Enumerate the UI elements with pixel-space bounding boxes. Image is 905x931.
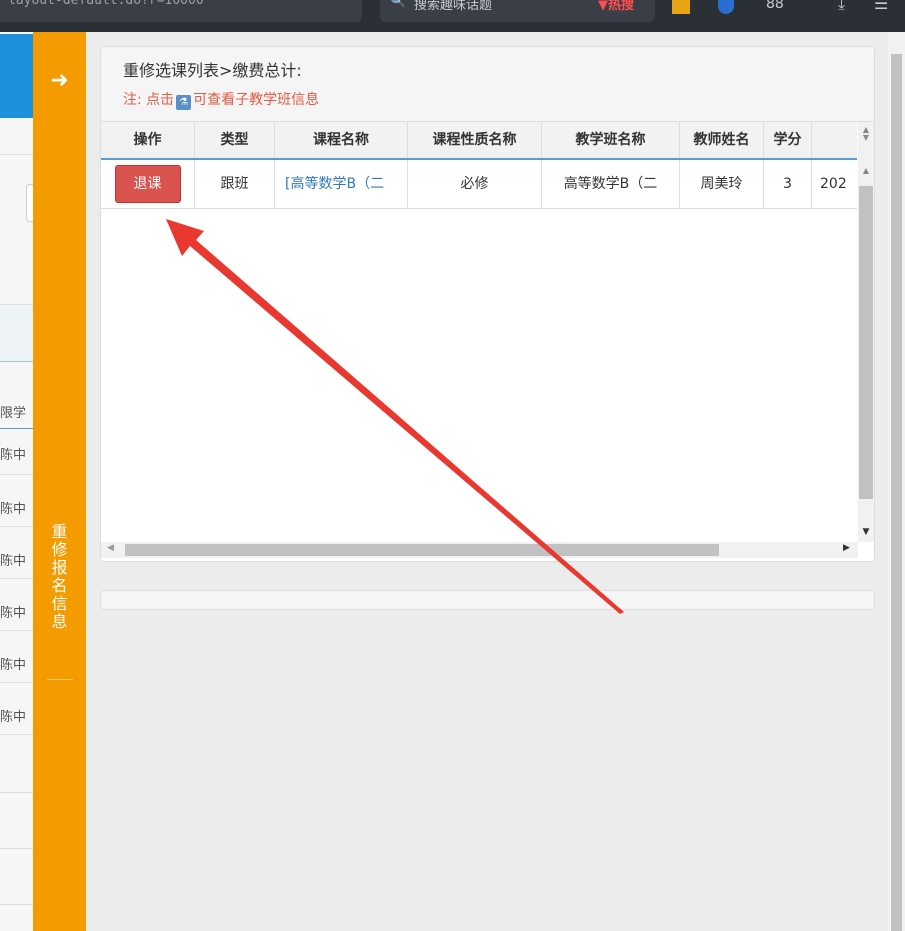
background-text: 陈中 bbox=[0, 448, 27, 463]
class-name-cell: 高等数学B（二 bbox=[542, 160, 680, 208]
column-header-course-name[interactable]: 课程名称 bbox=[275, 122, 408, 158]
column-header-type[interactable]: 类型 bbox=[195, 122, 275, 158]
scrollbar-thumb[interactable] bbox=[859, 186, 873, 499]
scrollbar-thumb[interactable] bbox=[891, 54, 902, 931]
course-name-link[interactable]: [高等数学B（二 bbox=[275, 160, 408, 208]
background-text: 陈中 bbox=[0, 658, 27, 673]
hot-search-label[interactable]: ▼热搜 bbox=[598, 0, 634, 13]
scrollbar-thumb[interactable] bbox=[125, 544, 719, 556]
divider bbox=[0, 630, 33, 631]
divider bbox=[47, 679, 73, 680]
background-tab-strip bbox=[0, 304, 33, 362]
scroll-right-icon[interactable]: ▶ bbox=[843, 543, 850, 553]
divider bbox=[0, 682, 33, 683]
note-prefix: 注: 点击 bbox=[123, 92, 175, 108]
note-suffix: 可查看子教学班信息 bbox=[193, 92, 320, 108]
divider bbox=[0, 848, 33, 849]
sidebar-title-char: 报 bbox=[51, 558, 68, 577]
sidebar-title-char: 修 bbox=[51, 540, 68, 559]
panel-note: 注: 点击 ⚗ 可查看子教学班信息 bbox=[123, 89, 319, 110]
address-text: layout-default.do?r=10000 bbox=[8, 0, 204, 8]
search-text: 搜索趣味话题 bbox=[414, 0, 493, 13]
teacher-cell: 周美玲 bbox=[680, 160, 764, 208]
divider bbox=[0, 904, 33, 905]
retake-course-list-panel: 重修选课列表>缴费总计: 注: 点击 ⚗ 可查看子教学班信息 操作 类型 课程名称 … bbox=[100, 46, 875, 562]
table-header: 操作 类型 课程名称 课程性质名称 教学班名称 教师姓名 学分 bbox=[101, 122, 857, 160]
credits-cell: 3 bbox=[764, 160, 812, 208]
payment-total-panel bbox=[100, 590, 875, 610]
background-text: 限学 bbox=[0, 406, 27, 421]
divider bbox=[0, 154, 33, 155]
background-text: 陈中 bbox=[0, 554, 27, 569]
action-cell: 退课 bbox=[101, 160, 195, 208]
retake-registration-sidebar[interactable]: ➜ 重 修 报 名 信 息 bbox=[33, 32, 86, 931]
column-header-action[interactable]: 操作 bbox=[101, 122, 195, 158]
extension-icon[interactable] bbox=[672, 0, 690, 14]
divider bbox=[0, 792, 33, 793]
address-bar[interactable]: layout-default.do?r=10000 bbox=[0, 0, 362, 22]
collapse-arrow-icon[interactable]: ➜ bbox=[33, 68, 86, 93]
divider bbox=[0, 474, 33, 475]
sidebar-title-char: 息 bbox=[51, 612, 68, 631]
background-page: 限学 陈中 陈中 陈中 陈中 陈中 陈中 bbox=[0, 32, 38, 931]
panel-header: 重修选课列表>缴费总计: 注: 点击 ⚗ 可查看子教学班信息 bbox=[101, 47, 874, 122]
column-header-credits[interactable]: 学分 bbox=[764, 122, 812, 158]
scroll-up-icon[interactable]: ▲ bbox=[861, 166, 871, 175]
column-header-class-name[interactable]: 教学班名称 bbox=[542, 122, 680, 158]
download-icon[interactable]: ⤓ bbox=[838, 0, 845, 14]
extension-text[interactable]: 88 bbox=[766, 0, 784, 12]
drop-course-button[interactable]: 退课 bbox=[114, 165, 181, 203]
divider bbox=[0, 734, 33, 735]
sidebar-title-char: 名 bbox=[51, 576, 68, 595]
extension-icon[interactable] bbox=[718, 0, 734, 14]
browser-toolbar: layout-default.do?r=10000 🔍 搜索趣味话题 ▼热搜 8… bbox=[0, 0, 905, 32]
extra-cell: 202 bbox=[820, 176, 847, 192]
menu-icon[interactable]: ☰ bbox=[874, 0, 888, 13]
column-header-extra[interactable] bbox=[812, 122, 858, 158]
table-horizontal-scrollbar[interactable]: ◀ ▶ bbox=[101, 542, 858, 558]
scroll-down-icon[interactable]: ▼ bbox=[861, 527, 871, 537]
course-nature-cell: 必修 bbox=[408, 160, 542, 208]
page-vertical-scrollbar[interactable] bbox=[888, 32, 905, 931]
divider bbox=[0, 428, 33, 429]
browser-search-box[interactable]: 🔍 搜索趣味话题 ▼热搜 bbox=[380, 0, 655, 22]
background-text: 陈中 bbox=[0, 606, 27, 621]
background-text: 陈中 bbox=[0, 502, 27, 517]
type-cell: 跟班 bbox=[195, 160, 275, 208]
sidebar-vertical-title: 重 修 报 名 信 息 bbox=[33, 523, 86, 631]
scroll-left-icon[interactable]: ◀ bbox=[107, 543, 114, 553]
divider bbox=[0, 578, 33, 579]
column-header-teacher[interactable]: 教师姓名 bbox=[680, 122, 764, 158]
search-icon: 🔍 bbox=[390, 0, 407, 9]
divider bbox=[0, 526, 33, 527]
sidebar-title-char: 重 bbox=[51, 522, 68, 541]
table-row: 退课 跟班 [高等数学B（二 必修 高等数学B（二 周美玲 3 202 bbox=[101, 160, 857, 209]
panel-title: 重修选课列表>缴费总计: bbox=[123, 61, 302, 80]
flask-icon[interactable]: ⚗ bbox=[176, 95, 192, 110]
background-text: 陈中 bbox=[0, 710, 27, 725]
table-vertical-scrollbar[interactable]: ▲ ▼ ▲ ▼ bbox=[858, 122, 874, 542]
column-header-course-nature[interactable]: 课程性质名称 bbox=[408, 122, 542, 158]
background-header bbox=[0, 34, 33, 118]
sidebar-title-char: 信 bbox=[51, 594, 68, 613]
scroll-up-icon[interactable]: ▲ ▼ bbox=[861, 126, 871, 142]
